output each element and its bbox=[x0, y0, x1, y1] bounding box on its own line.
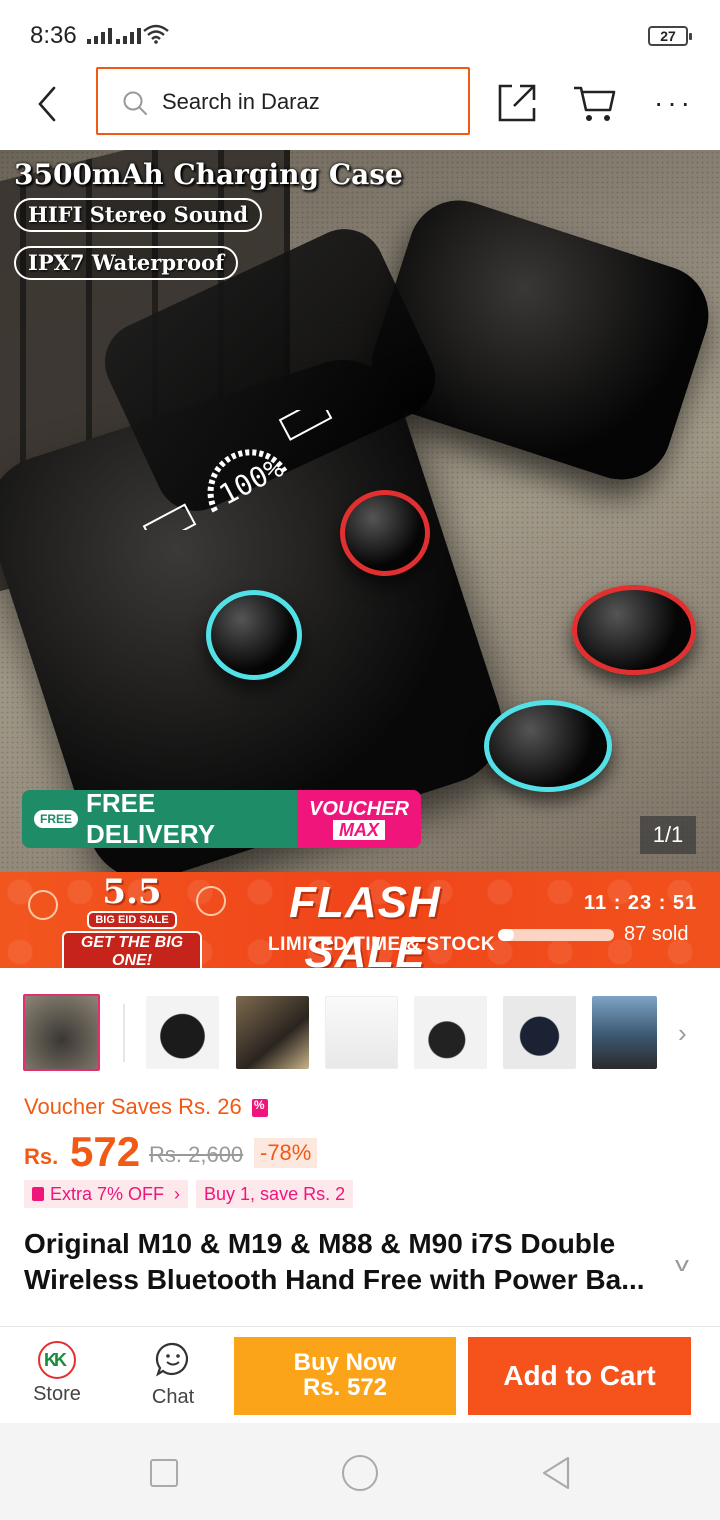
store-logo-icon bbox=[38, 1341, 76, 1379]
earbud-left bbox=[206, 590, 302, 680]
earbud-right bbox=[340, 490, 430, 576]
buy-save-chip[interactable]: Buy 1, save Rs. 2 bbox=[196, 1180, 354, 1208]
home-icon[interactable] bbox=[342, 1455, 378, 1491]
voucher-tag-icon bbox=[251, 1098, 268, 1117]
search-placeholder: Search in Daraz bbox=[162, 89, 320, 114]
chevron-right-icon[interactable]: › bbox=[678, 1018, 687, 1049]
product-image[interactable]: 100% 3500mAh Charging Case HIFI Stereo S… bbox=[0, 150, 720, 872]
chevron-down-icon[interactable]: v bbox=[675, 1254, 689, 1277]
chat-button[interactable]: Chat bbox=[138, 1341, 208, 1409]
status-bar: 8:36 27 bbox=[0, 0, 720, 70]
thumbnail-3[interactable] bbox=[236, 996, 309, 1069]
signal-icon bbox=[116, 28, 141, 44]
extra-off-chip[interactable]: Extra 7% OFF › bbox=[24, 1180, 189, 1208]
earbud-loose bbox=[484, 700, 612, 792]
search-input[interactable]: Search in Daraz bbox=[96, 67, 470, 135]
voucher-saves[interactable]: Voucher Saves Rs. 26 bbox=[24, 1094, 268, 1120]
signal-icon bbox=[87, 28, 112, 44]
thumbnail-2[interactable] bbox=[146, 996, 219, 1069]
buy-now-button[interactable]: Buy Now Rs. 572 bbox=[234, 1337, 456, 1415]
sold-count: 87 sold bbox=[624, 923, 689, 945]
chevron-right-icon: › bbox=[174, 1184, 181, 1204]
delivery-truck-icon: FREE bbox=[34, 810, 79, 828]
chat-icon bbox=[155, 1342, 189, 1377]
svg-text:100%: 100% bbox=[214, 451, 289, 512]
thumbnail-7[interactable] bbox=[592, 996, 657, 1069]
countdown-timer: 11 : 23 : 51 bbox=[584, 892, 698, 914]
wifi-icon bbox=[143, 24, 169, 44]
hero-feature-tag: HIFI Stereo Sound bbox=[14, 198, 263, 232]
eid-sale-logo: 5.5 BIG EID SALE GET THE BIG ONE! bbox=[62, 874, 202, 968]
thumbnail-1[interactable] bbox=[23, 994, 100, 1071]
hero-feature-tag: IPX7 Waterproof bbox=[14, 246, 239, 280]
promo-banner: FREE FREE DELIVERY VOUCHER MAX bbox=[22, 790, 421, 848]
flash-sale-subtitle: LIMITED TIME & STOCK bbox=[268, 934, 496, 955]
bottom-action-bar: Store Chat Buy Now Rs. 572 Add to Cart bbox=[0, 1327, 720, 1423]
thumbnail-5[interactable] bbox=[414, 996, 487, 1069]
sold-progress-bar bbox=[498, 929, 614, 941]
promo-chips: Extra 7% OFF › Buy 1, save Rs. 2 bbox=[24, 1180, 354, 1208]
more-options-icon[interactable]: ··· bbox=[654, 89, 694, 117]
system-nav-bar bbox=[0, 1423, 720, 1520]
earbud-loose bbox=[572, 585, 696, 675]
recents-icon[interactable] bbox=[150, 1459, 178, 1487]
cart-icon[interactable] bbox=[572, 82, 618, 124]
voucher-max-badge: VOUCHER MAX bbox=[297, 790, 421, 848]
share-icon[interactable] bbox=[496, 82, 538, 124]
battery-display-graphic: 100% bbox=[142, 410, 333, 530]
current-price: 572 bbox=[70, 1128, 141, 1175]
product-title: Original M10 & M19 & M88 & M90 i7S Doubl… bbox=[24, 1228, 645, 1295]
flash-sale-banner[interactable]: 5.5 BIG EID SALE GET THE BIG ONE! FLASH … bbox=[0, 872, 720, 968]
battery-icon: 27 bbox=[648, 26, 692, 46]
free-delivery-badge: FREE FREE DELIVERY bbox=[22, 790, 297, 848]
thumbnail-4[interactable] bbox=[325, 996, 398, 1069]
image-counter: 1/1 bbox=[640, 816, 696, 854]
voucher-tag-icon bbox=[32, 1187, 44, 1201]
hero-headline: 3500mAh Charging Case bbox=[14, 158, 403, 191]
discount-badge: -78% bbox=[254, 1138, 318, 1168]
store-button[interactable]: Store bbox=[22, 1341, 92, 1406]
sold-progress-fill bbox=[498, 929, 515, 941]
lantern-icon bbox=[28, 890, 58, 920]
back-button[interactable] bbox=[28, 84, 68, 124]
add-to-cart-button[interactable]: Add to Cart bbox=[468, 1337, 691, 1415]
status-time: 8:36 bbox=[30, 22, 77, 49]
price-currency: Rs. bbox=[24, 1144, 59, 1169]
back-nav-icon[interactable] bbox=[540, 1455, 572, 1491]
thumbnail-6[interactable] bbox=[503, 996, 576, 1069]
image-thumbnails: › bbox=[0, 994, 720, 1072]
search-icon bbox=[123, 91, 147, 115]
original-price: Rs. 2,600 bbox=[149, 1142, 244, 1167]
top-header: Search in Daraz ··· bbox=[0, 66, 720, 150]
